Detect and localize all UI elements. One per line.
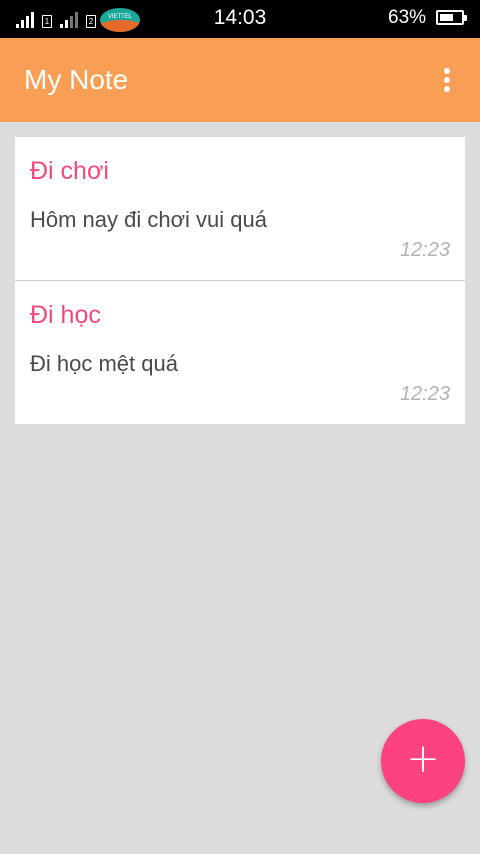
battery-percent: 63% — [388, 7, 427, 28]
app-bar: My Note — [0, 38, 480, 122]
app-title: My Note — [24, 64, 129, 95]
note-card[interactable]: Đi chơi Hôm nay đi chơi vui quá 12:23 — [15, 137, 465, 281]
note-card[interactable]: Đi học Đi học mệt quá 12:23 — [15, 281, 465, 424]
battery-icon — [436, 10, 467, 25]
note-time: 12:23 — [399, 383, 450, 405]
add-note-button[interactable]: + — [381, 719, 465, 803]
status-bar: 1 2 VIETTEL 14:03 63% — [0, 0, 480, 38]
note-title: Đi chơi — [30, 157, 109, 185]
note-list: Đi chơi Hôm nay đi chơi vui quá 12:23 Đi… — [15, 137, 465, 424]
note-time: 12:23 — [399, 239, 450, 261]
note-title: Đi học — [30, 301, 101, 329]
plus-icon: + — [406, 736, 440, 782]
note-body: Hôm nay đi chơi vui quá — [30, 207, 267, 232]
note-body: Đi học mệt quá — [30, 351, 178, 376]
more-vert-icon[interactable] — [432, 64, 462, 96]
